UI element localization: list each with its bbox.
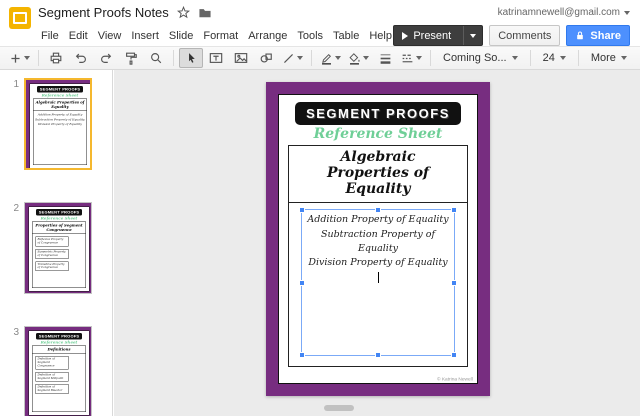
menu-edit[interactable]: Edit <box>64 30 93 42</box>
menu-tools[interactable]: Tools <box>292 30 328 42</box>
slide-thumbnail-3[interactable]: SEGMENT PROOFS Reference Sheet Definitio… <box>24 326 92 416</box>
slide-subtitle[interactable]: Reference Sheet <box>314 126 443 142</box>
play-icon <box>402 31 409 40</box>
present-button[interactable]: Present <box>393 25 484 46</box>
account-menu[interactable]: katrinamnewell@gmail.com <box>498 7 630 18</box>
present-options-button[interactable] <box>463 26 482 45</box>
redo-button[interactable] <box>94 48 118 68</box>
body-line: Division Property of Equality <box>308 257 448 269</box>
resize-handle[interactable] <box>375 207 381 214</box>
shape-button[interactable] <box>254 48 278 68</box>
menu-slide[interactable]: Slide <box>164 30 198 42</box>
slide-filmstrip: 1 SEGMENT PROOFS Reference Sheet Algebra… <box>0 70 113 416</box>
text-cursor <box>377 272 379 284</box>
chevron-down-icon <box>559 56 566 60</box>
lock-icon <box>575 30 585 41</box>
menu-file[interactable]: File <box>36 30 64 42</box>
thumb-heading: Properties of Segment Congruence <box>32 222 86 234</box>
text-box-button[interactable] <box>204 48 228 68</box>
content-heading[interactable]: Algebraic Properties of Equality <box>289 146 467 204</box>
body-line: Subtraction Property of Equality <box>320 228 436 254</box>
slide-canvas[interactable]: SEGMENT PROOFS Reference Sheet Algebraic… <box>114 70 640 416</box>
chevron-down-icon <box>620 56 627 60</box>
star-icon[interactable] <box>176 6 190 19</box>
image-button[interactable] <box>229 48 253 68</box>
selected-text-box[interactable]: Addition Property of Equality Subtractio… <box>299 207 457 358</box>
comments-button[interactable]: Comments <box>489 25 561 46</box>
fill-color-button[interactable] <box>345 48 372 68</box>
slide-editor[interactable]: SEGMENT PROOFS Reference Sheet Algebraic… <box>266 82 490 396</box>
menu-view[interactable]: View <box>93 30 127 42</box>
print-button[interactable] <box>44 48 68 68</box>
credit-text[interactable]: © Katrina Newell <box>437 377 473 382</box>
body-line: Addition Property of Equality <box>307 214 449 226</box>
chevron-down-icon <box>335 56 341 60</box>
resize-handle[interactable] <box>451 207 457 214</box>
chevron-down-icon <box>470 33 477 38</box>
thumb-subtitle: Reference Sheet <box>40 215 78 221</box>
folder-icon[interactable] <box>198 7 212 19</box>
select-tool-button[interactable] <box>179 48 203 68</box>
titlebar: Segment Proofs Notes katrinamnewell@gmai… <box>0 0 640 29</box>
filmstrip-row-2: 2 SEGMENT PROOFS Reference Sheet Propert… <box>0 202 112 294</box>
slide-number: 2 <box>13 203 19 214</box>
chevron-down-icon <box>416 56 422 60</box>
zoom-button[interactable] <box>144 48 168 68</box>
thumb-subtitle: Reference Sheet <box>41 92 79 98</box>
slide-page: SEGMENT PROOFS Reference Sheet Algebraic… <box>278 94 478 384</box>
slides-logo-icon[interactable] <box>9 7 31 29</box>
line-tool-button[interactable] <box>279 48 306 68</box>
resize-handle[interactable] <box>299 279 305 286</box>
chevron-down-icon <box>624 10 630 15</box>
line-dash-button[interactable] <box>398 48 425 68</box>
font-size-dropdown[interactable]: 24 <box>536 48 573 68</box>
chevron-down-icon <box>363 56 369 60</box>
menu-arrange[interactable]: Arrange <box>243 30 292 42</box>
google-slides-app: Segment Proofs Notes katrinamnewell@gmai… <box>0 0 640 416</box>
slide-number: 3 <box>13 327 19 338</box>
resize-handle[interactable] <box>299 207 305 214</box>
resize-handle[interactable] <box>451 279 457 286</box>
filmstrip-row-3: 3 SEGMENT PROOFS Reference Sheet Definit… <box>0 326 112 416</box>
menu-format[interactable]: Format <box>198 30 243 42</box>
menu-help[interactable]: Help <box>364 30 397 42</box>
font-family-dropdown[interactable]: Coming So... <box>436 48 525 68</box>
content-box[interactable]: Algebraic Properties of Equality Additio… <box>288 145 468 367</box>
paint-format-button[interactable] <box>119 48 143 68</box>
thumb-heading: Algebraic Properties of Equality <box>33 99 87 111</box>
slide-number: 1 <box>13 79 19 90</box>
thumb-subtitle: Reference Sheet <box>40 339 78 345</box>
undo-button[interactable] <box>69 48 93 68</box>
menu-insert[interactable]: Insert <box>126 30 164 42</box>
slide-thumbnail-1[interactable]: SEGMENT PROOFS Reference Sheet Algebraic… <box>24 78 92 170</box>
resize-handle[interactable] <box>451 352 457 358</box>
share-button[interactable]: Share <box>566 25 630 46</box>
chevron-down-icon <box>24 56 30 60</box>
resize-handle[interactable] <box>299 352 305 358</box>
menu-table[interactable]: Table <box>328 30 364 42</box>
resize-handle[interactable] <box>375 352 381 358</box>
toolbar: Coming So... 24 More <box>0 46 640 70</box>
horizontal-scrollbar[interactable] <box>324 405 354 411</box>
document-title[interactable]: Segment Proofs Notes <box>38 5 169 20</box>
line-weight-button[interactable] <box>373 48 397 68</box>
new-slide-button[interactable] <box>6 48 33 68</box>
chevron-down-icon <box>297 56 303 60</box>
thumb-heading: Definitions <box>32 346 86 354</box>
filmstrip-row-1: 1 SEGMENT PROOFS Reference Sheet Algebra… <box>0 78 112 170</box>
workspace: 1 SEGMENT PROOFS Reference Sheet Algebra… <box>0 70 640 416</box>
chevron-down-icon <box>511 56 518 60</box>
more-dropdown[interactable]: More <box>584 48 634 68</box>
account-email: katrinamnewell@gmail.com <box>497 7 620 18</box>
slide-thumbnail-2[interactable]: SEGMENT PROOFS Reference Sheet Propertie… <box>24 202 92 294</box>
slide-title-banner[interactable]: SEGMENT PROOFS <box>295 102 461 125</box>
line-color-button[interactable] <box>317 48 344 68</box>
